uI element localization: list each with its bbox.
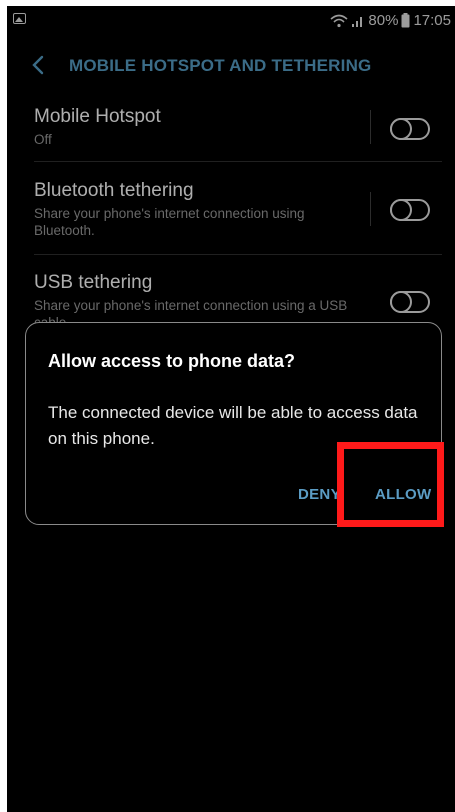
gallery-notification-icon: [13, 13, 26, 24]
screen: 80% 17:05 MOBILE HOTSPOT AND TETHERING M…: [7, 6, 455, 812]
setting-subtitle: Share your phone's internet connection u…: [34, 206, 305, 238]
signal-icon: [352, 16, 363, 27]
bluetooth-tethering-switch[interactable]: [390, 199, 430, 221]
setting-subtitle: Off: [34, 132, 52, 147]
divider: [370, 110, 371, 144]
setting-row-mobile-hotspot[interactable]: Mobile Hotspot Off: [7, 98, 455, 158]
deny-button[interactable]: DENY: [298, 486, 341, 503]
allow-button[interactable]: ALLOW: [375, 486, 431, 503]
app-bar: MOBILE HOTSPOT AND TETHERING: [7, 40, 455, 90]
clock: 17:05: [413, 12, 451, 29]
back-arrow-icon[interactable]: [31, 55, 45, 75]
switch-knob: [390, 118, 412, 140]
setting-row-bluetooth-tethering[interactable]: Bluetooth tethering Share your phone's i…: [7, 172, 455, 252]
usb-tethering-switch[interactable]: [390, 291, 430, 313]
divider: [34, 254, 442, 255]
dialog-message: The connected device will be able to acc…: [48, 403, 418, 448]
battery-percent: 80%: [368, 12, 399, 29]
dialog-title: Allow access to phone data?: [48, 351, 296, 371]
divider: [370, 192, 371, 226]
permission-dialog: Allow access to phone data? The connecte…: [25, 322, 442, 525]
setting-title: USB tethering: [34, 272, 153, 293]
status-icons: 80% 17:05: [330, 12, 451, 29]
setting-title: Mobile Hotspot: [34, 106, 161, 127]
wifi-icon: [330, 14, 348, 27]
status-bar: 80% 17:05: [7, 6, 455, 34]
battery-icon: [401, 13, 410, 28]
switch-knob: [390, 291, 412, 313]
divider: [34, 161, 442, 162]
setting-title: Bluetooth tethering: [34, 180, 194, 201]
page-title: MOBILE HOTSPOT AND TETHERING: [69, 56, 372, 75]
mobile-hotspot-switch[interactable]: [390, 118, 430, 140]
switch-knob: [390, 199, 412, 221]
